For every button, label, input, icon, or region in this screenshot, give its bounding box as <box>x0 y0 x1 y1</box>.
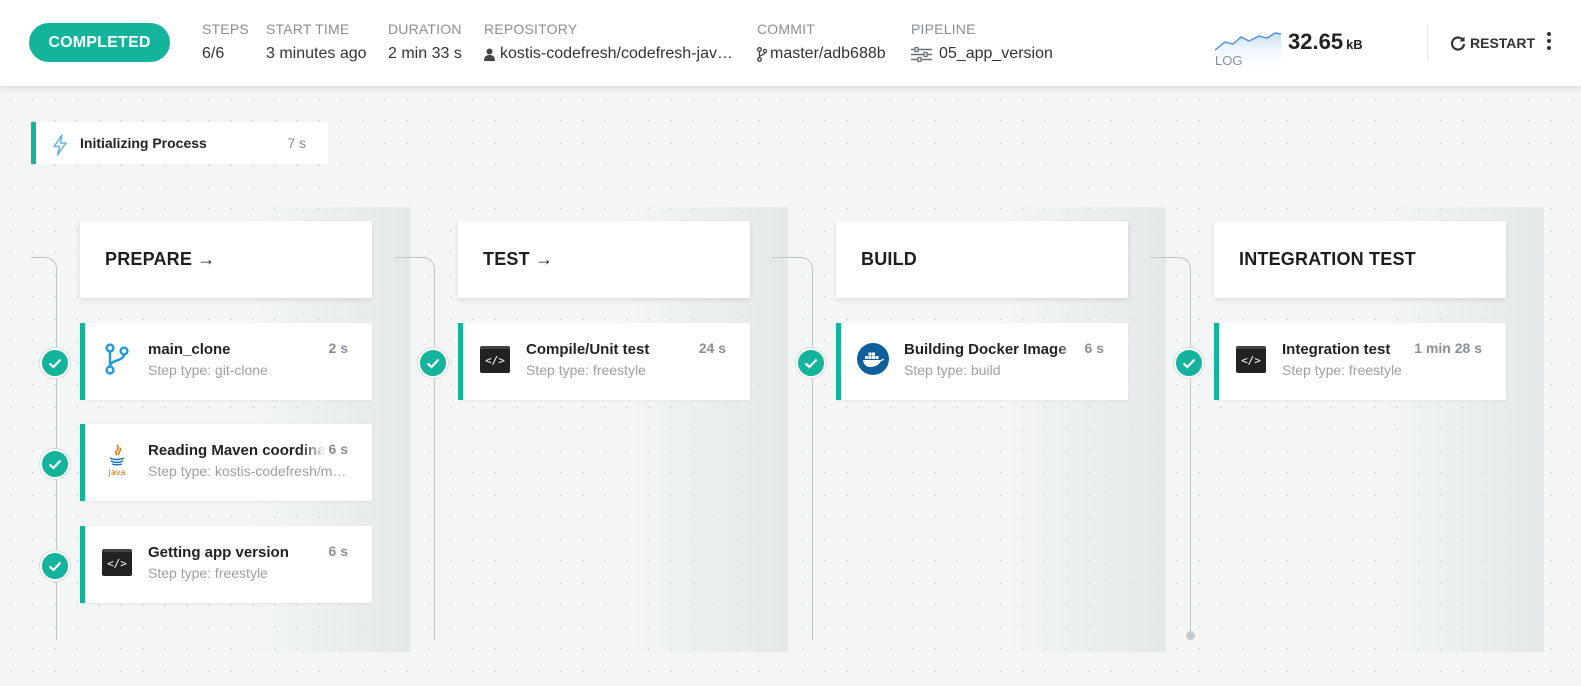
user-icon <box>484 48 495 61</box>
meta-label: COMMIT <box>757 21 815 37</box>
step-type: Step type: kostis-codefresh/m… <box>148 463 347 479</box>
terminal-code-icon: </> <box>479 343 511 375</box>
step-success-check-icon <box>418 348 448 378</box>
more-options-icon[interactable] <box>1542 30 1556 52</box>
meta-steps: STEPS 6/6 <box>202 21 249 63</box>
restart-icon <box>1450 36 1466 51</box>
step-type: Step type: build <box>904 362 1001 378</box>
meta-pipeline[interactable]: PIPELINE 05_app_version <box>911 21 1053 63</box>
terminal-code-icon: </> <box>1235 343 1267 375</box>
header-divider <box>1427 25 1428 61</box>
init-name: Initializing Process <box>80 135 207 151</box>
terminal-code-icon: </> <box>101 546 133 578</box>
stage-timeline <box>1190 270 1191 632</box>
step-success-check-icon <box>1174 348 1204 378</box>
step-card-main-clone[interactable]: main_clone Step type: git-clone 2 s <box>80 323 372 400</box>
step-success-check-icon <box>40 449 70 479</box>
step-card-compile-unit-test[interactable]: </> Compile/Unit test Step type: freesty… <box>458 323 750 400</box>
git-branch-icon <box>101 343 133 375</box>
restart-button[interactable]: RESTART <box>1450 31 1535 55</box>
step-duration: 6 s <box>328 441 348 457</box>
step-card-reading-maven[interactable]: Java Reading Maven coordinates Step type… <box>80 424 372 501</box>
step-name: Reading Maven coordinates <box>148 442 326 459</box>
step-name: Building Docker Image <box>904 341 1067 358</box>
step-card-getting-app-version[interactable]: </> Getting app version Step type: frees… <box>80 526 372 603</box>
stage-timeline <box>434 270 435 640</box>
step-duration: 2 s <box>328 340 348 356</box>
step-duration: 6 s <box>1084 340 1104 356</box>
timeline-end-dot <box>1186 631 1195 640</box>
meta-label: PIPELINE <box>911 21 976 37</box>
stage-header-build: BUILD <box>836 221 1128 298</box>
java-icon: Java <box>101 444 133 477</box>
stage-timeline <box>812 270 813 640</box>
step-name: Getting app version <box>148 544 289 561</box>
git-branch-small-icon <box>757 46 767 62</box>
docker-icon <box>857 343 889 375</box>
stage-connector <box>1150 257 1191 271</box>
step-type: Step type: freestyle <box>148 565 268 581</box>
initializing-process-card[interactable]: Initializing Process 7 s <box>31 122 328 164</box>
pipeline-sliders-icon <box>911 46 932 62</box>
meta-value: 2 min 33 s <box>388 45 462 62</box>
step-type: Step type: freestyle <box>1282 362 1402 378</box>
step-success-check-icon <box>796 348 826 378</box>
log-size: 32.65 kB <box>1288 29 1363 55</box>
stage-connector <box>31 257 57 271</box>
step-name: Compile/Unit test <box>526 341 650 358</box>
svg-text:Java: Java <box>108 468 126 477</box>
meta-label: REPOSITORY <box>484 21 578 37</box>
status-badge: COMPLETED <box>29 23 170 62</box>
stage-header-integration-test: INTEGRATION TEST <box>1214 221 1506 298</box>
step-type: Step type: freestyle <box>526 362 646 378</box>
step-success-check-icon <box>40 551 70 581</box>
step-duration: 24 s <box>698 340 726 356</box>
meta-label: STEPS <box>202 21 249 37</box>
meta-duration: DURATION 2 min 33 s <box>388 21 462 63</box>
step-card-building-docker-image[interactable]: Building Docker Image Step type: build 6… <box>836 323 1128 400</box>
meta-start-time: START TIME 3 minutes ago <box>266 21 367 63</box>
lightning-icon <box>53 134 67 156</box>
stage-header-prepare: PREPARE → <box>80 221 372 298</box>
init-duration: 7 s <box>287 135 306 151</box>
step-duration: 1 min 28 s <box>1414 340 1482 356</box>
meta-value[interactable]: master/adb688b <box>770 45 886 63</box>
log-label[interactable]: LOG <box>1215 53 1242 68</box>
stage-connector <box>772 257 813 271</box>
step-duration: 6 s <box>328 543 348 559</box>
build-header: COMPLETED STEPS 6/6 START TIME 3 minutes… <box>0 0 1581 86</box>
step-success-check-icon <box>40 348 70 378</box>
meta-value[interactable]: kostis-codefresh/codefresh-jav… <box>500 45 733 63</box>
meta-value[interactable]: 05_app_version <box>939 45 1053 63</box>
meta-repository[interactable]: REPOSITORY kostis-codefresh/codefresh-ja… <box>484 21 733 63</box>
log-size-unit: kB <box>1346 37 1363 52</box>
meta-value: 6/6 <box>202 45 225 62</box>
stage-connector <box>394 257 435 271</box>
meta-label: START TIME <box>266 21 350 37</box>
stage-header-test: TEST → <box>458 221 750 298</box>
meta-label: DURATION <box>388 21 462 37</box>
meta-commit[interactable]: COMMIT master/adb688b <box>757 21 886 63</box>
log-size-value: 32.65 <box>1288 29 1344 54</box>
meta-value: 3 minutes ago <box>266 45 367 62</box>
step-card-integration-test[interactable]: </> Integration test Step type: freestyl… <box>1214 323 1506 400</box>
step-type: Step type: git-clone <box>148 362 268 378</box>
step-name: main_clone <box>148 341 231 358</box>
restart-label: RESTART <box>1470 35 1536 51</box>
